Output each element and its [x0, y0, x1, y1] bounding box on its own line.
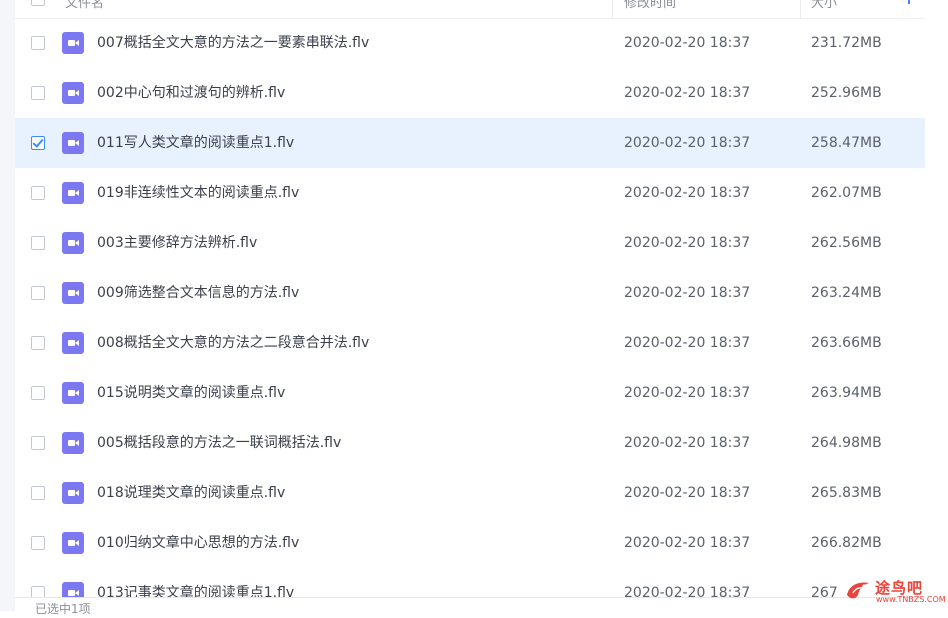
file-row[interactable]: 009筛选整合文本信息的方法.flv 2020-02-20 18:37 263.… [15, 268, 925, 318]
row-checkbox[interactable] [31, 386, 45, 400]
file-size: 262.07MB [811, 185, 882, 201]
file-modified-time: 2020-02-20 18:37 [624, 235, 751, 251]
video-file-icon [62, 132, 84, 154]
file-modified-time: 2020-02-20 18:37 [624, 435, 751, 451]
row-checkbox-checked[interactable] [31, 136, 45, 150]
status-bar: 已选中1项 [15, 597, 925, 616]
file-name[interactable]: 010归纳文章中心思想的方法.flv [97, 533, 299, 553]
file-list: 007概括全文大意的方法之一要素串联法.flv 2020-02-20 18:37… [15, 18, 925, 618]
video-file-icon [62, 532, 84, 554]
file-modified-time: 2020-02-20 18:37 [624, 385, 751, 401]
video-file-icon [62, 232, 84, 254]
file-size: 263.94MB [811, 385, 882, 401]
file-row[interactable]: 015说明类文章的阅读重点.flv 2020-02-20 18:37 263.9… [15, 368, 925, 418]
file-name[interactable]: 009筛选整合文本信息的方法.flv [97, 283, 299, 303]
column-divider[interactable] [612, 0, 613, 18]
file-modified-time: 2020-02-20 18:37 [624, 485, 751, 501]
video-file-icon [62, 482, 84, 504]
row-checkbox[interactable] [31, 236, 45, 250]
file-row[interactable]: 010归纳文章中心思想的方法.flv 2020-02-20 18:37 266.… [15, 518, 925, 568]
file-size: 265.83MB [811, 485, 882, 501]
column-header-name[interactable]: 文件名 [65, 0, 104, 14]
video-file-icon [62, 432, 84, 454]
selection-status: 已选中1项 [35, 602, 91, 616]
row-checkbox[interactable] [31, 86, 45, 100]
file-name[interactable]: 005概括段意的方法之一联词概括法.flv [97, 433, 341, 453]
file-row[interactable]: 002中心句和过渡句的辨析.flv 2020-02-20 18:37 252.9… [15, 68, 925, 118]
file-size: 262.56MB [811, 235, 882, 251]
file-name[interactable]: 018说理类文章的阅读重点.flv [97, 483, 285, 503]
checkmark-icon [32, 136, 44, 148]
file-modified-time: 2020-02-20 18:37 [624, 285, 751, 301]
row-checkbox[interactable] [31, 186, 45, 200]
right-scroll-area[interactable] [925, 0, 948, 611]
file-size: 266.82MB [811, 535, 882, 551]
file-modified-time: 2020-02-20 18:37 [624, 185, 751, 201]
file-row[interactable]: 007概括全文大意的方法之一要素串联法.flv 2020-02-20 18:37… [15, 18, 925, 68]
select-all-checkbox[interactable] [31, 0, 45, 6]
site-watermark: 途鸟吧 www.TNBZS.COM [843, 573, 946, 607]
file-name[interactable]: 011写人类文章的阅读重点1.flv [97, 133, 294, 153]
row-checkbox[interactable] [31, 36, 45, 50]
file-size: 258.47MB [811, 135, 882, 151]
column-header-size[interactable]: 大小 [811, 0, 837, 14]
column-divider[interactable] [800, 0, 801, 18]
file-row[interactable]: 008概括全文大意的方法之二段意合并法.flv 2020-02-20 18:37… [15, 318, 925, 368]
file-row[interactable]: 018说理类文章的阅读重点.flv 2020-02-20 18:37 265.8… [15, 468, 925, 518]
file-size: 264.98MB [811, 435, 882, 451]
video-file-icon [62, 382, 84, 404]
row-checkbox[interactable] [31, 286, 45, 300]
file-size: 263.66MB [811, 335, 882, 351]
video-file-icon [62, 182, 84, 204]
file-name[interactable]: 007概括全文大意的方法之一要素串联法.flv [97, 33, 369, 53]
video-file-icon [62, 332, 84, 354]
row-checkbox[interactable] [31, 336, 45, 350]
file-row[interactable]: 019非连续性文本的阅读重点.flv 2020-02-20 18:37 262.… [15, 168, 925, 218]
video-file-icon [62, 82, 84, 104]
column-header-modified[interactable]: 修改时间 [624, 0, 676, 14]
file-list-header: 文件名 修改时间 大小 [15, 0, 925, 19]
row-checkbox[interactable] [31, 486, 45, 500]
file-size: 263.24MB [811, 285, 882, 301]
row-checkbox[interactable] [31, 536, 45, 550]
bird-logo-icon [847, 582, 869, 599]
file-modified-time: 2020-02-20 18:37 [624, 35, 751, 51]
file-name[interactable]: 008概括全文大意的方法之二段意合并法.flv [97, 333, 369, 353]
file-size: 231.72MB [811, 35, 882, 51]
file-row-selected[interactable]: 011写人类文章的阅读重点1.flv 2020-02-20 18:37 258.… [15, 118, 925, 168]
file-name[interactable]: 002中心句和过渡句的辨析.flv [97, 83, 285, 103]
file-modified-time: 2020-02-20 18:37 [624, 335, 751, 351]
file-name[interactable]: 003主要修辞方法辨析.flv [97, 233, 257, 253]
sort-indicator-icon[interactable] [908, 0, 910, 4]
file-modified-time: 2020-02-20 18:37 [624, 85, 751, 101]
file-row[interactable]: 003主要修辞方法辨析.flv 2020-02-20 18:37 262.56M… [15, 218, 925, 268]
file-name[interactable]: 015说明类文章的阅读重点.flv [97, 383, 285, 403]
file-name[interactable]: 019非连续性文本的阅读重点.flv [97, 183, 299, 203]
left-panel-edge [0, 0, 15, 611]
file-row[interactable]: 005概括段意的方法之一联词概括法.flv 2020-02-20 18:37 2… [15, 418, 925, 468]
file-size: 252.96MB [811, 85, 882, 101]
watermark-site: www.TNBZS.COM [876, 595, 946, 604]
file-modified-time: 2020-02-20 18:37 [624, 135, 751, 151]
video-file-icon [62, 282, 84, 304]
file-modified-time: 2020-02-20 18:37 [624, 535, 751, 551]
video-file-icon [62, 32, 84, 54]
row-checkbox[interactable] [31, 436, 45, 450]
